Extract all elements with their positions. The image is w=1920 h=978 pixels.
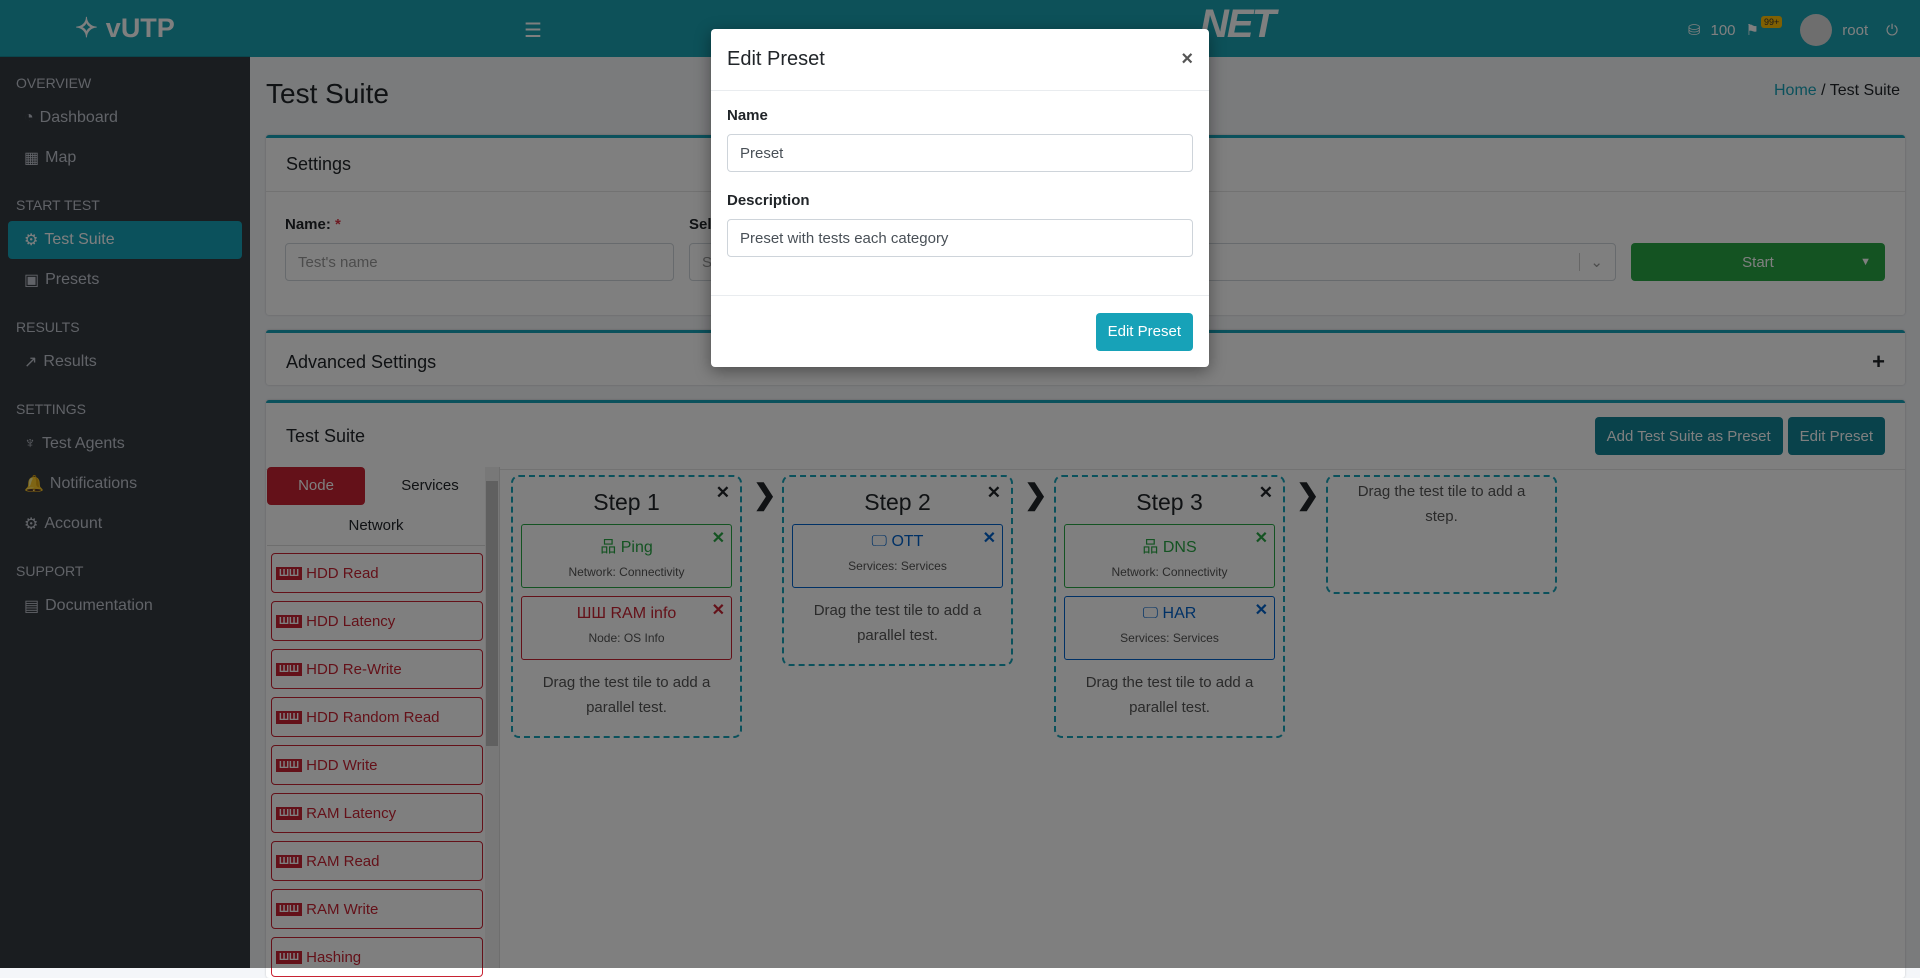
modal-title: Edit Preset <box>727 48 825 70</box>
preset-description-input[interactable]: Preset with tests each category <box>727 219 1193 257</box>
edit-preset-modal: Edit Preset × Name Preset Description Pre… <box>711 29 1209 367</box>
preset-name-input[interactable]: Preset <box>727 134 1193 172</box>
close-icon[interactable]: × <box>1181 48 1193 71</box>
preset-name-label: Name <box>727 107 768 124</box>
submit-edit-preset-button[interactable]: Edit Preset <box>1095 312 1193 351</box>
preset-description-label: Description <box>727 192 810 209</box>
